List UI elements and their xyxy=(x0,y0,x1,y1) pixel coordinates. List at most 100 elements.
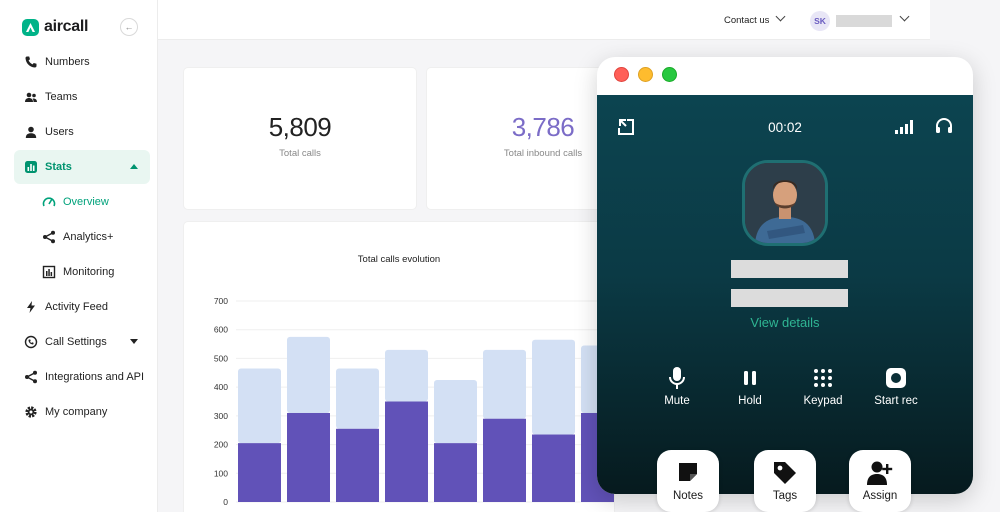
sidebar-item-call-settings[interactable]: Call Settings xyxy=(14,325,150,359)
tags-button[interactable]: Tags xyxy=(754,450,816,512)
y-tick-label: 400 xyxy=(214,382,228,392)
keypad-label: Keypad xyxy=(803,395,843,407)
notes-button[interactable]: Notes xyxy=(657,450,719,512)
share-icon xyxy=(43,230,55,244)
sidebar-item-numbers[interactable]: Numbers xyxy=(14,45,150,79)
keypad-icon xyxy=(814,369,832,387)
start-rec-label: Start rec xyxy=(874,395,918,407)
hold-button[interactable]: Hold xyxy=(715,365,785,407)
bar-segment-top[interactable] xyxy=(483,349,526,419)
assign-button[interactable]: Assign xyxy=(849,450,911,512)
sidebar-item-teams[interactable]: Teams xyxy=(14,80,150,114)
share-icon xyxy=(25,370,37,384)
sidebar-item-label: Analytics+ xyxy=(63,231,114,243)
collapse-sidebar-button[interactable]: ← xyxy=(120,18,138,36)
bar-segment-top[interactable] xyxy=(434,379,477,444)
call-screen: 00:02 View details Mute Hold Keypad Star… xyxy=(597,95,973,494)
settings-icon xyxy=(24,335,38,349)
window-controls xyxy=(614,67,677,82)
view-details-link[interactable]: View details xyxy=(597,315,973,330)
maximize-window-button[interactable] xyxy=(662,67,677,82)
bar-segment-bottom[interactable] xyxy=(238,443,281,502)
bar-segment-top[interactable] xyxy=(532,339,575,435)
signal-icon xyxy=(895,120,913,134)
sidebar-item-label: Stats xyxy=(45,161,72,173)
y-tick-label: 300 xyxy=(214,411,228,421)
bar-segment-bottom[interactable] xyxy=(336,428,379,502)
y-tick-label: 0 xyxy=(223,497,228,507)
teams-icon xyxy=(25,92,37,102)
sidebar-item-label: Users xyxy=(45,126,74,138)
chart-card: Total calls evolution 0 100 200 300 400 500 60… xyxy=(184,222,614,512)
caller-photo xyxy=(742,160,828,246)
headset-icon[interactable] xyxy=(934,117,954,137)
caller-name-redacted xyxy=(731,260,848,278)
sidebar-item-monitoring[interactable]: Monitoring xyxy=(14,255,150,289)
stat-card-total-calls: 5,809 Total calls xyxy=(184,68,416,209)
sidebar-item-label: My company xyxy=(45,406,108,418)
stat-label: Total calls xyxy=(279,148,321,159)
brand-name: aircall xyxy=(44,18,89,35)
bar-segment-bottom[interactable] xyxy=(385,401,428,503)
sidebar-item-label: Integrations and API xyxy=(45,371,145,383)
arrow-left-icon: ← xyxy=(124,22,134,32)
y-tick-label: 500 xyxy=(214,353,228,363)
bar-segment-bottom[interactable] xyxy=(287,412,330,502)
sidebar-item-label: Overview xyxy=(63,196,109,208)
mute-label: Mute xyxy=(664,395,690,407)
bar-segment-bottom[interactable] xyxy=(483,418,526,502)
record-icon xyxy=(886,368,906,388)
y-tick-label: 600 xyxy=(214,325,228,335)
monitor-icon xyxy=(42,265,56,279)
top-header: Contact us SK xyxy=(158,0,930,40)
bar-segment-top[interactable] xyxy=(385,349,428,402)
sidebar-item-label: Activity Feed xyxy=(45,301,108,313)
add-user-icon xyxy=(867,461,893,485)
microphone-icon xyxy=(669,367,685,389)
chevron-down-icon[interactable] xyxy=(775,11,786,22)
sidebar-item-label: Numbers xyxy=(45,56,90,68)
note-icon xyxy=(679,463,697,481)
sidebar-item-integrations[interactable]: Integrations and API xyxy=(14,360,150,394)
gear-icon xyxy=(25,406,37,418)
chevron-down-icon[interactable] xyxy=(899,11,910,22)
sidebar-item-stats[interactable]: Stats xyxy=(14,150,150,184)
user-icon xyxy=(25,126,37,138)
y-tick-label: 200 xyxy=(214,440,228,450)
sidebar-item-users[interactable]: Users xyxy=(14,115,150,149)
bolt-icon xyxy=(27,301,35,313)
close-window-button[interactable] xyxy=(614,67,629,82)
bar-segment-top[interactable] xyxy=(287,336,330,413)
minimize-window-button[interactable] xyxy=(638,67,653,82)
sidebar-item-overview[interactable]: Overview xyxy=(14,185,150,219)
stat-value: 5,809 xyxy=(268,112,332,142)
mute-button[interactable]: Mute xyxy=(642,365,712,407)
sidebar: aircall ← Numbers Teams Users Stats Over… xyxy=(0,0,158,512)
y-tick-label: 700 xyxy=(214,296,228,306)
keypad-button[interactable]: Keypad xyxy=(788,365,858,407)
user-name-redacted xyxy=(836,15,892,27)
sidebar-item-my-company[interactable]: My company xyxy=(14,395,150,429)
bar-segment-top[interactable] xyxy=(238,368,281,444)
bar-segment-bottom[interactable] xyxy=(434,443,477,502)
start-rec-button[interactable]: Start rec xyxy=(861,365,931,407)
chevron-up-icon xyxy=(130,164,138,169)
y-tick-label: 100 xyxy=(214,468,228,478)
sidebar-item-label: Teams xyxy=(45,91,78,103)
sidebar-item-activity-feed[interactable]: Activity Feed xyxy=(14,290,150,324)
gauge-icon xyxy=(42,197,56,207)
sidebar-item-analytics[interactable]: Analytics+ xyxy=(14,220,150,254)
pause-icon xyxy=(744,371,756,385)
bar-segment-top[interactable] xyxy=(336,368,379,429)
bar-segment-bottom[interactable] xyxy=(532,434,575,502)
hold-label: Hold xyxy=(738,395,762,407)
avatar[interactable]: SK xyxy=(810,11,830,31)
bar-chart: 0 100 200 300 400 500 600 700 xyxy=(214,296,614,507)
stats-icon xyxy=(25,161,37,173)
aircall-logo[interactable]: aircall xyxy=(22,16,88,38)
phone-icon xyxy=(25,56,37,68)
assign-label: Assign xyxy=(862,490,898,502)
contact-us-link[interactable]: Contact us xyxy=(724,15,769,26)
aircall-logo-icon xyxy=(22,18,39,36)
call-timer: 00:02 xyxy=(768,120,802,135)
